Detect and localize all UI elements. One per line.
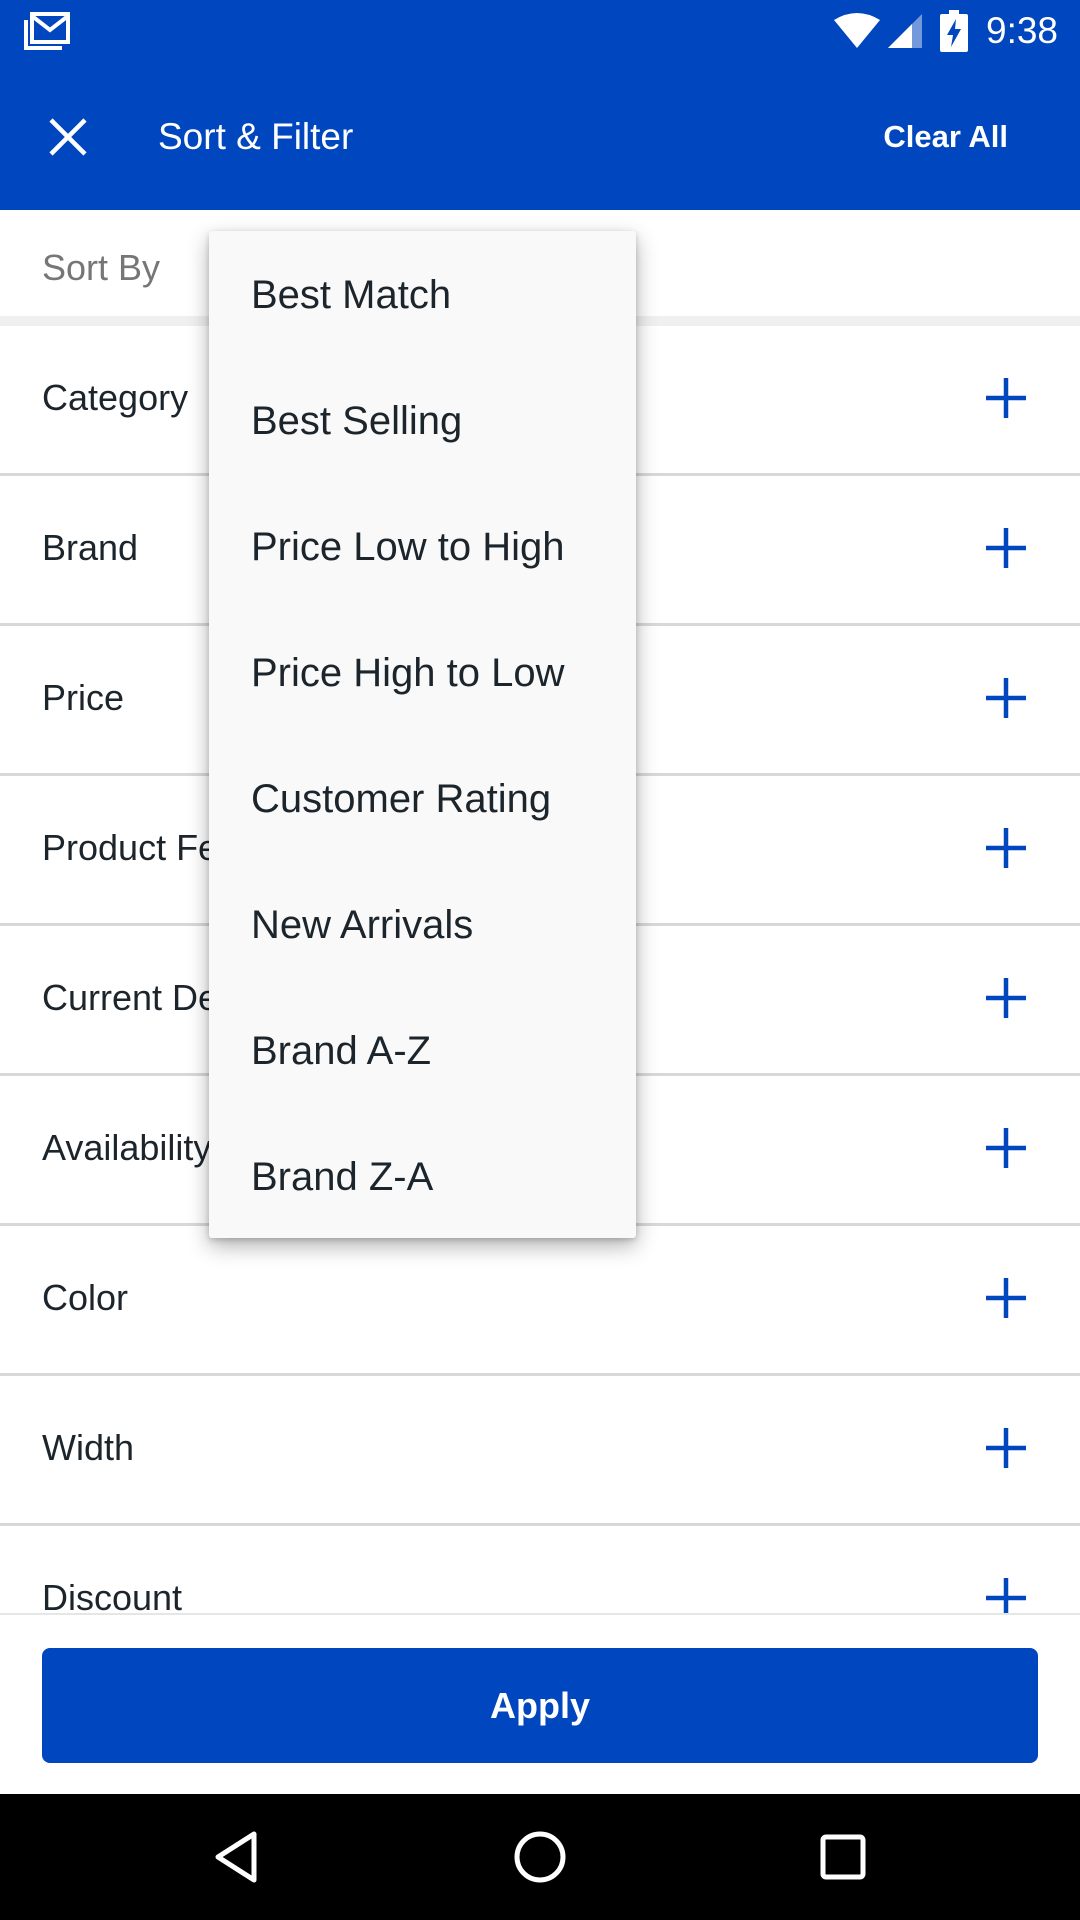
page-title: Sort & Filter: [158, 116, 354, 157]
plus-icon[interactable]: [982, 974, 1030, 1022]
clock-time: 9:38: [986, 10, 1059, 51]
sort-option-label: Best Selling: [251, 399, 463, 443]
recents-icon[interactable]: [808, 1822, 878, 1892]
apply-button[interactable]: Apply: [42, 1648, 1038, 1763]
system-nav-bar: [0, 1794, 1080, 1920]
app-bar: Sort & Filter Clear All: [0, 63, 1080, 210]
signal-icon: [888, 14, 922, 48]
sort-option-brand-a-z[interactable]: Brand A-Z: [209, 987, 636, 1113]
plus-icon[interactable]: [982, 1274, 1030, 1322]
wifi-icon: [834, 13, 880, 48]
filter-item-width[interactable]: Width: [0, 1376, 1080, 1526]
sort-option-brand-z-a[interactable]: Brand Z-A: [209, 1113, 636, 1239]
sort-option-label: Best Match: [251, 273, 452, 317]
filter-item-label: Availability: [42, 1127, 212, 1168]
filter-item-color[interactable]: Color: [0, 1226, 1080, 1376]
sort-option-customer-rating[interactable]: Customer Rating: [209, 735, 636, 861]
plus-icon[interactable]: [982, 1424, 1030, 1472]
sort-option-label: Brand Z-A: [251, 1155, 434, 1199]
plus-icon[interactable]: [982, 524, 1030, 572]
home-icon[interactable]: [505, 1822, 575, 1892]
sort-by-label: Sort By: [42, 247, 161, 288]
plus-icon[interactable]: [982, 1574, 1030, 1613]
sort-option-best-selling[interactable]: Best Selling: [209, 357, 636, 483]
sort-option-label: New Arrivals: [251, 903, 474, 947]
sort-option-new-arrivals[interactable]: New Arrivals: [209, 861, 636, 987]
filter-item-label: Discount: [42, 1577, 183, 1613]
plus-icon[interactable]: [982, 824, 1030, 872]
plus-icon[interactable]: [982, 1124, 1030, 1172]
filter-item-label: Category: [42, 377, 189, 418]
status-bar: 9:38: [0, 0, 1080, 63]
close-button[interactable]: [36, 105, 100, 169]
filter-item-label: Width: [42, 1427, 135, 1468]
sort-dropdown-menu: Best Match Best Selling Price Low to Hig…: [209, 231, 636, 1238]
plus-icon[interactable]: [982, 374, 1030, 422]
sort-option-label: Price Low to High: [251, 525, 565, 569]
close-icon: [49, 118, 87, 156]
sort-option-label: Customer Rating: [251, 777, 552, 821]
filter-item-discount[interactable]: Discount: [0, 1526, 1080, 1613]
sort-option-label: Brand A-Z: [251, 1029, 432, 1073]
filter-item-label: Price: [42, 677, 125, 718]
sort-option-best-match[interactable]: Best Match: [209, 231, 636, 357]
clear-all-button[interactable]: Clear All: [883, 115, 1008, 159]
sort-option-price-low-to-high[interactable]: Price Low to High: [209, 483, 636, 609]
filter-item-label: Color: [42, 1277, 129, 1318]
sort-option-price-high-to-low[interactable]: Price High to Low: [209, 609, 636, 735]
back-icon[interactable]: [202, 1822, 272, 1892]
bottom-action-bar: Apply: [0, 1613, 1080, 1794]
sort-option-label: Price High to Low: [251, 651, 565, 695]
battery-charging-icon: [940, 10, 968, 52]
plus-icon[interactable]: [982, 674, 1030, 722]
gmail-icon: [24, 12, 70, 50]
filter-item-label: Brand: [42, 527, 139, 568]
